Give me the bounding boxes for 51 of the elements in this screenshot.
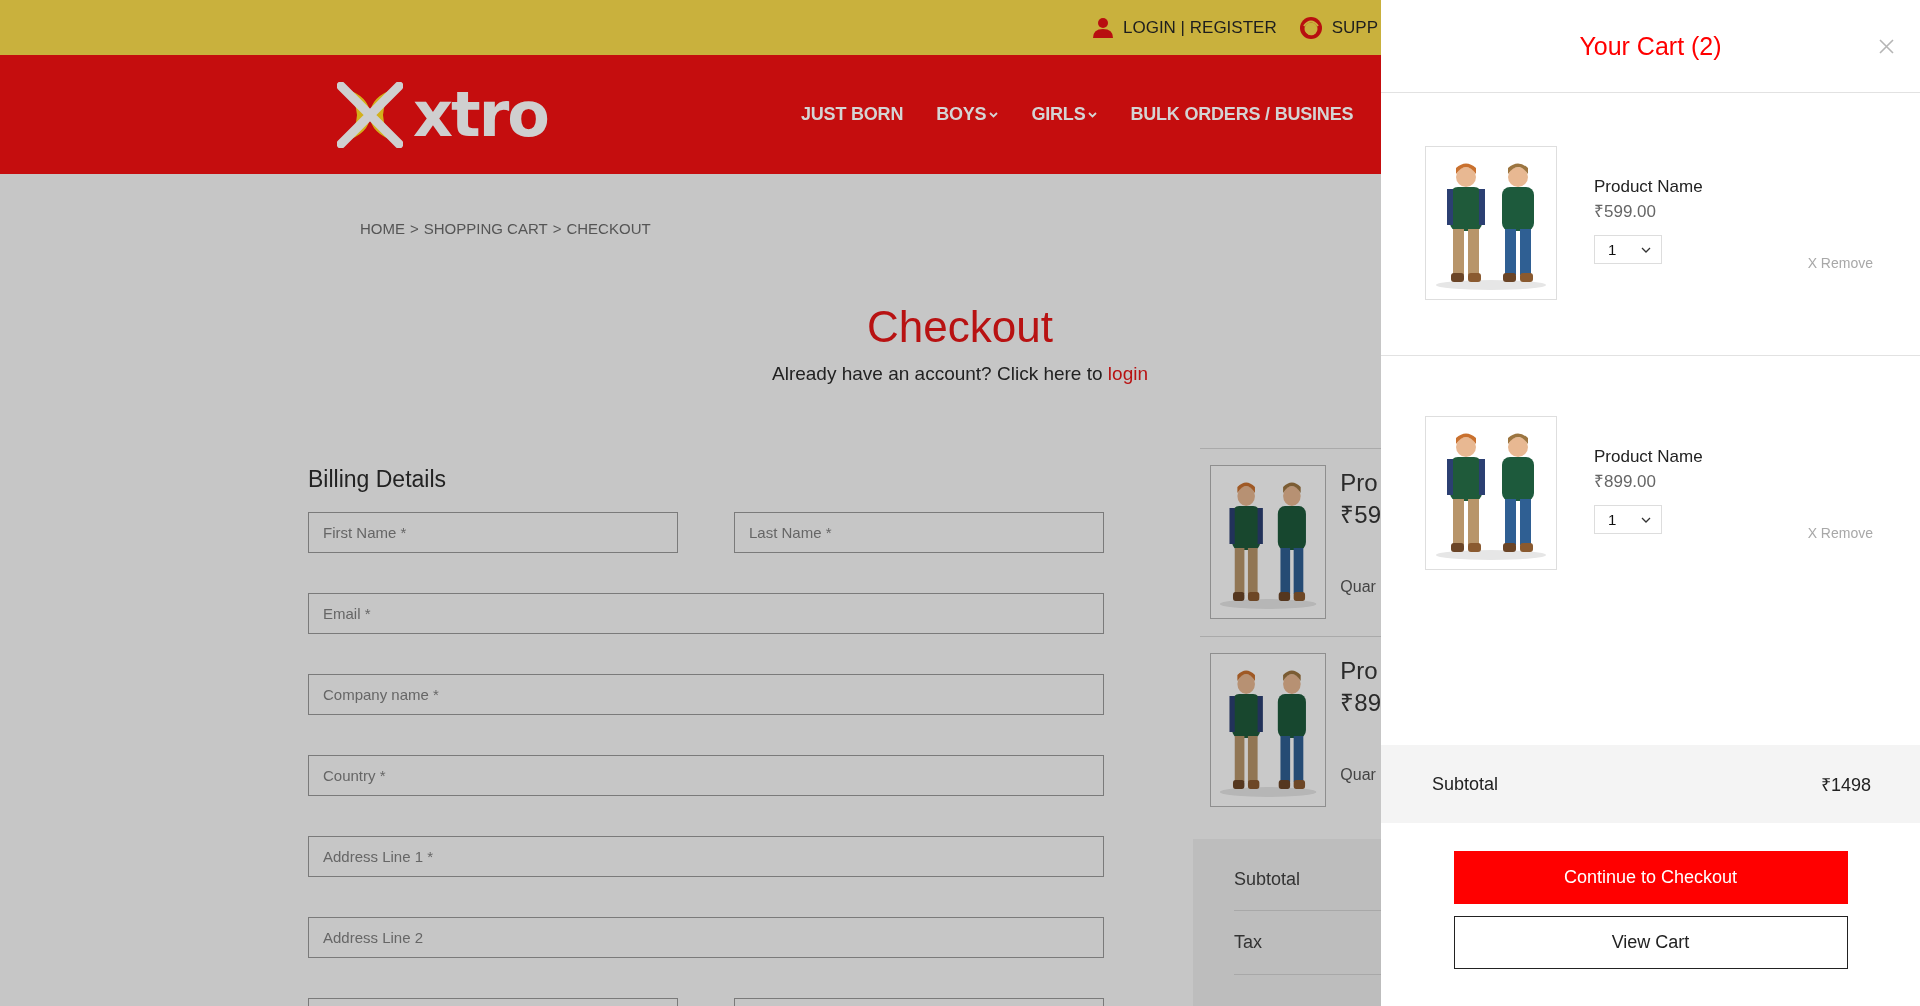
nav-link[interactable]: BULK ORDERS / BUSINES xyxy=(1130,104,1354,125)
caret-icon xyxy=(989,111,999,118)
caret-icon xyxy=(1088,111,1098,118)
product-name: Pro xyxy=(1340,657,1379,685)
user-icon xyxy=(1092,16,1114,39)
product-price: ₹59 xyxy=(1340,500,1381,530)
nav-link[interactable]: JUST BORN xyxy=(801,104,904,125)
remove-link[interactable]: X Remove xyxy=(1807,255,1873,271)
total-label: Subtotal xyxy=(1234,869,1301,890)
section-title: Billing Details xyxy=(308,465,448,494)
product-name: Pro xyxy=(1340,469,1379,497)
chevron-icon xyxy=(1641,246,1651,253)
quantity-label: Quar xyxy=(1340,578,1377,596)
view-cart-button[interactable]: View Cart xyxy=(1453,916,1848,969)
subtotal-label: Subtotal xyxy=(1432,773,1499,795)
product-price: ₹599.00 xyxy=(1594,201,1657,223)
chevron-icon xyxy=(1641,516,1651,523)
quantity-label: Quar xyxy=(1340,766,1377,784)
login-link[interactable]: LOGIN | REGISTER xyxy=(1092,16,1277,39)
breadcrumb-link[interactable]: HOME xyxy=(360,219,405,239)
subtotal-value: ₹1498 xyxy=(1820,774,1871,796)
product-name: Product Name xyxy=(1594,176,1704,198)
input-field[interactable]: Email * xyxy=(308,593,1104,634)
quantity-select[interactable]: 1 xyxy=(1594,505,1662,534)
product-price: ₹899.00 xyxy=(1594,471,1657,493)
logo-icon xyxy=(337,81,403,148)
total-label: Tax xyxy=(1234,932,1262,953)
nav-link[interactable]: BOYS xyxy=(936,104,999,125)
nav-link[interactable]: GIRLS xyxy=(1031,104,1098,125)
support-link[interactable]: SUPP xyxy=(1298,15,1378,40)
input-field[interactable]: Address Line 2 xyxy=(308,917,1104,958)
checkout-button[interactable]: Continue to Checkout xyxy=(1453,851,1848,904)
remove-link[interactable]: X Remove xyxy=(1807,525,1873,541)
product-price: ₹89 xyxy=(1340,688,1381,718)
breadcrumb-link[interactable]: SHOPPING CART xyxy=(423,219,548,239)
breadcrumb-link[interactable]: CHECKOUT xyxy=(566,219,651,239)
breadcrumb-separator: > xyxy=(552,219,562,239)
logo-text: xtro xyxy=(413,83,548,146)
page-title: Checkout xyxy=(866,301,1054,353)
input-field[interactable]: Last Name * xyxy=(734,512,1104,553)
input-field[interactable]: Country * xyxy=(308,755,1104,796)
cart-title: Your Cart (2) xyxy=(1579,31,1722,61)
quantity-select[interactable]: 1 xyxy=(1594,235,1662,264)
input-field[interactable]: Address Line 1 * xyxy=(308,836,1104,877)
breadcrumb-separator: > xyxy=(410,219,419,239)
login-link[interactable]: login xyxy=(1107,363,1148,384)
input-field[interactable]: Company name * xyxy=(308,674,1104,715)
headset-icon xyxy=(1298,15,1323,40)
input-field[interactable]: First Name * xyxy=(308,512,678,553)
product-name: Product Name xyxy=(1594,446,1704,468)
close-icon xyxy=(1879,39,1894,54)
